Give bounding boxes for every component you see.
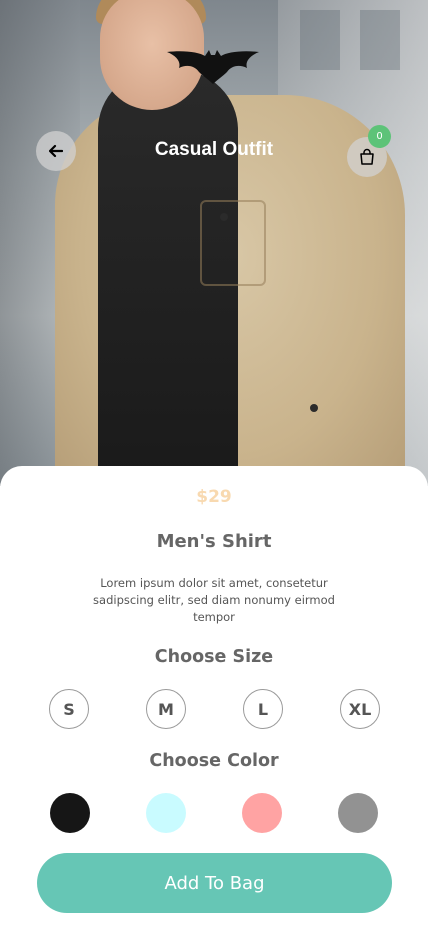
color-option-light-cyan[interactable] (146, 793, 186, 833)
size-option-l[interactable]: L (243, 689, 283, 729)
arrow-left-icon (49, 144, 63, 158)
bag-count-badge: 0 (368, 125, 391, 148)
choose-size-heading: Choose Size (154, 647, 274, 667)
product-price: $29 (196, 487, 232, 507)
choose-color-heading: Choose Color (149, 751, 279, 771)
size-option-xl[interactable]: XL (340, 689, 380, 729)
jacket-button (220, 213, 228, 221)
background-window (300, 10, 340, 70)
page-title: Casual Outfit (154, 139, 274, 160)
product-name: Men's Shirt (156, 531, 272, 552)
back-button[interactable] (36, 131, 76, 171)
product-sheet: $29 Men's Shirt Lorem ipsum dolor sit am… (0, 466, 428, 926)
bat-logo-icon (167, 50, 259, 84)
jacket-button (310, 404, 318, 412)
size-options: S M L XL (0, 689, 428, 729)
size-option-s[interactable]: S (49, 689, 89, 729)
jacket-pocket (200, 200, 266, 286)
product-description: Lorem ipsum dolor sit amet, consetetur s… (93, 576, 335, 624)
add-to-bag-button[interactable]: Add To Bag (37, 853, 392, 913)
color-option-gray[interactable] (338, 793, 378, 833)
color-option-black[interactable] (50, 793, 90, 833)
color-option-pink[interactable] (242, 793, 282, 833)
color-options (0, 793, 428, 833)
shopping-bag-icon (360, 148, 374, 165)
size-option-m[interactable]: M (146, 689, 186, 729)
background-window (360, 10, 400, 70)
